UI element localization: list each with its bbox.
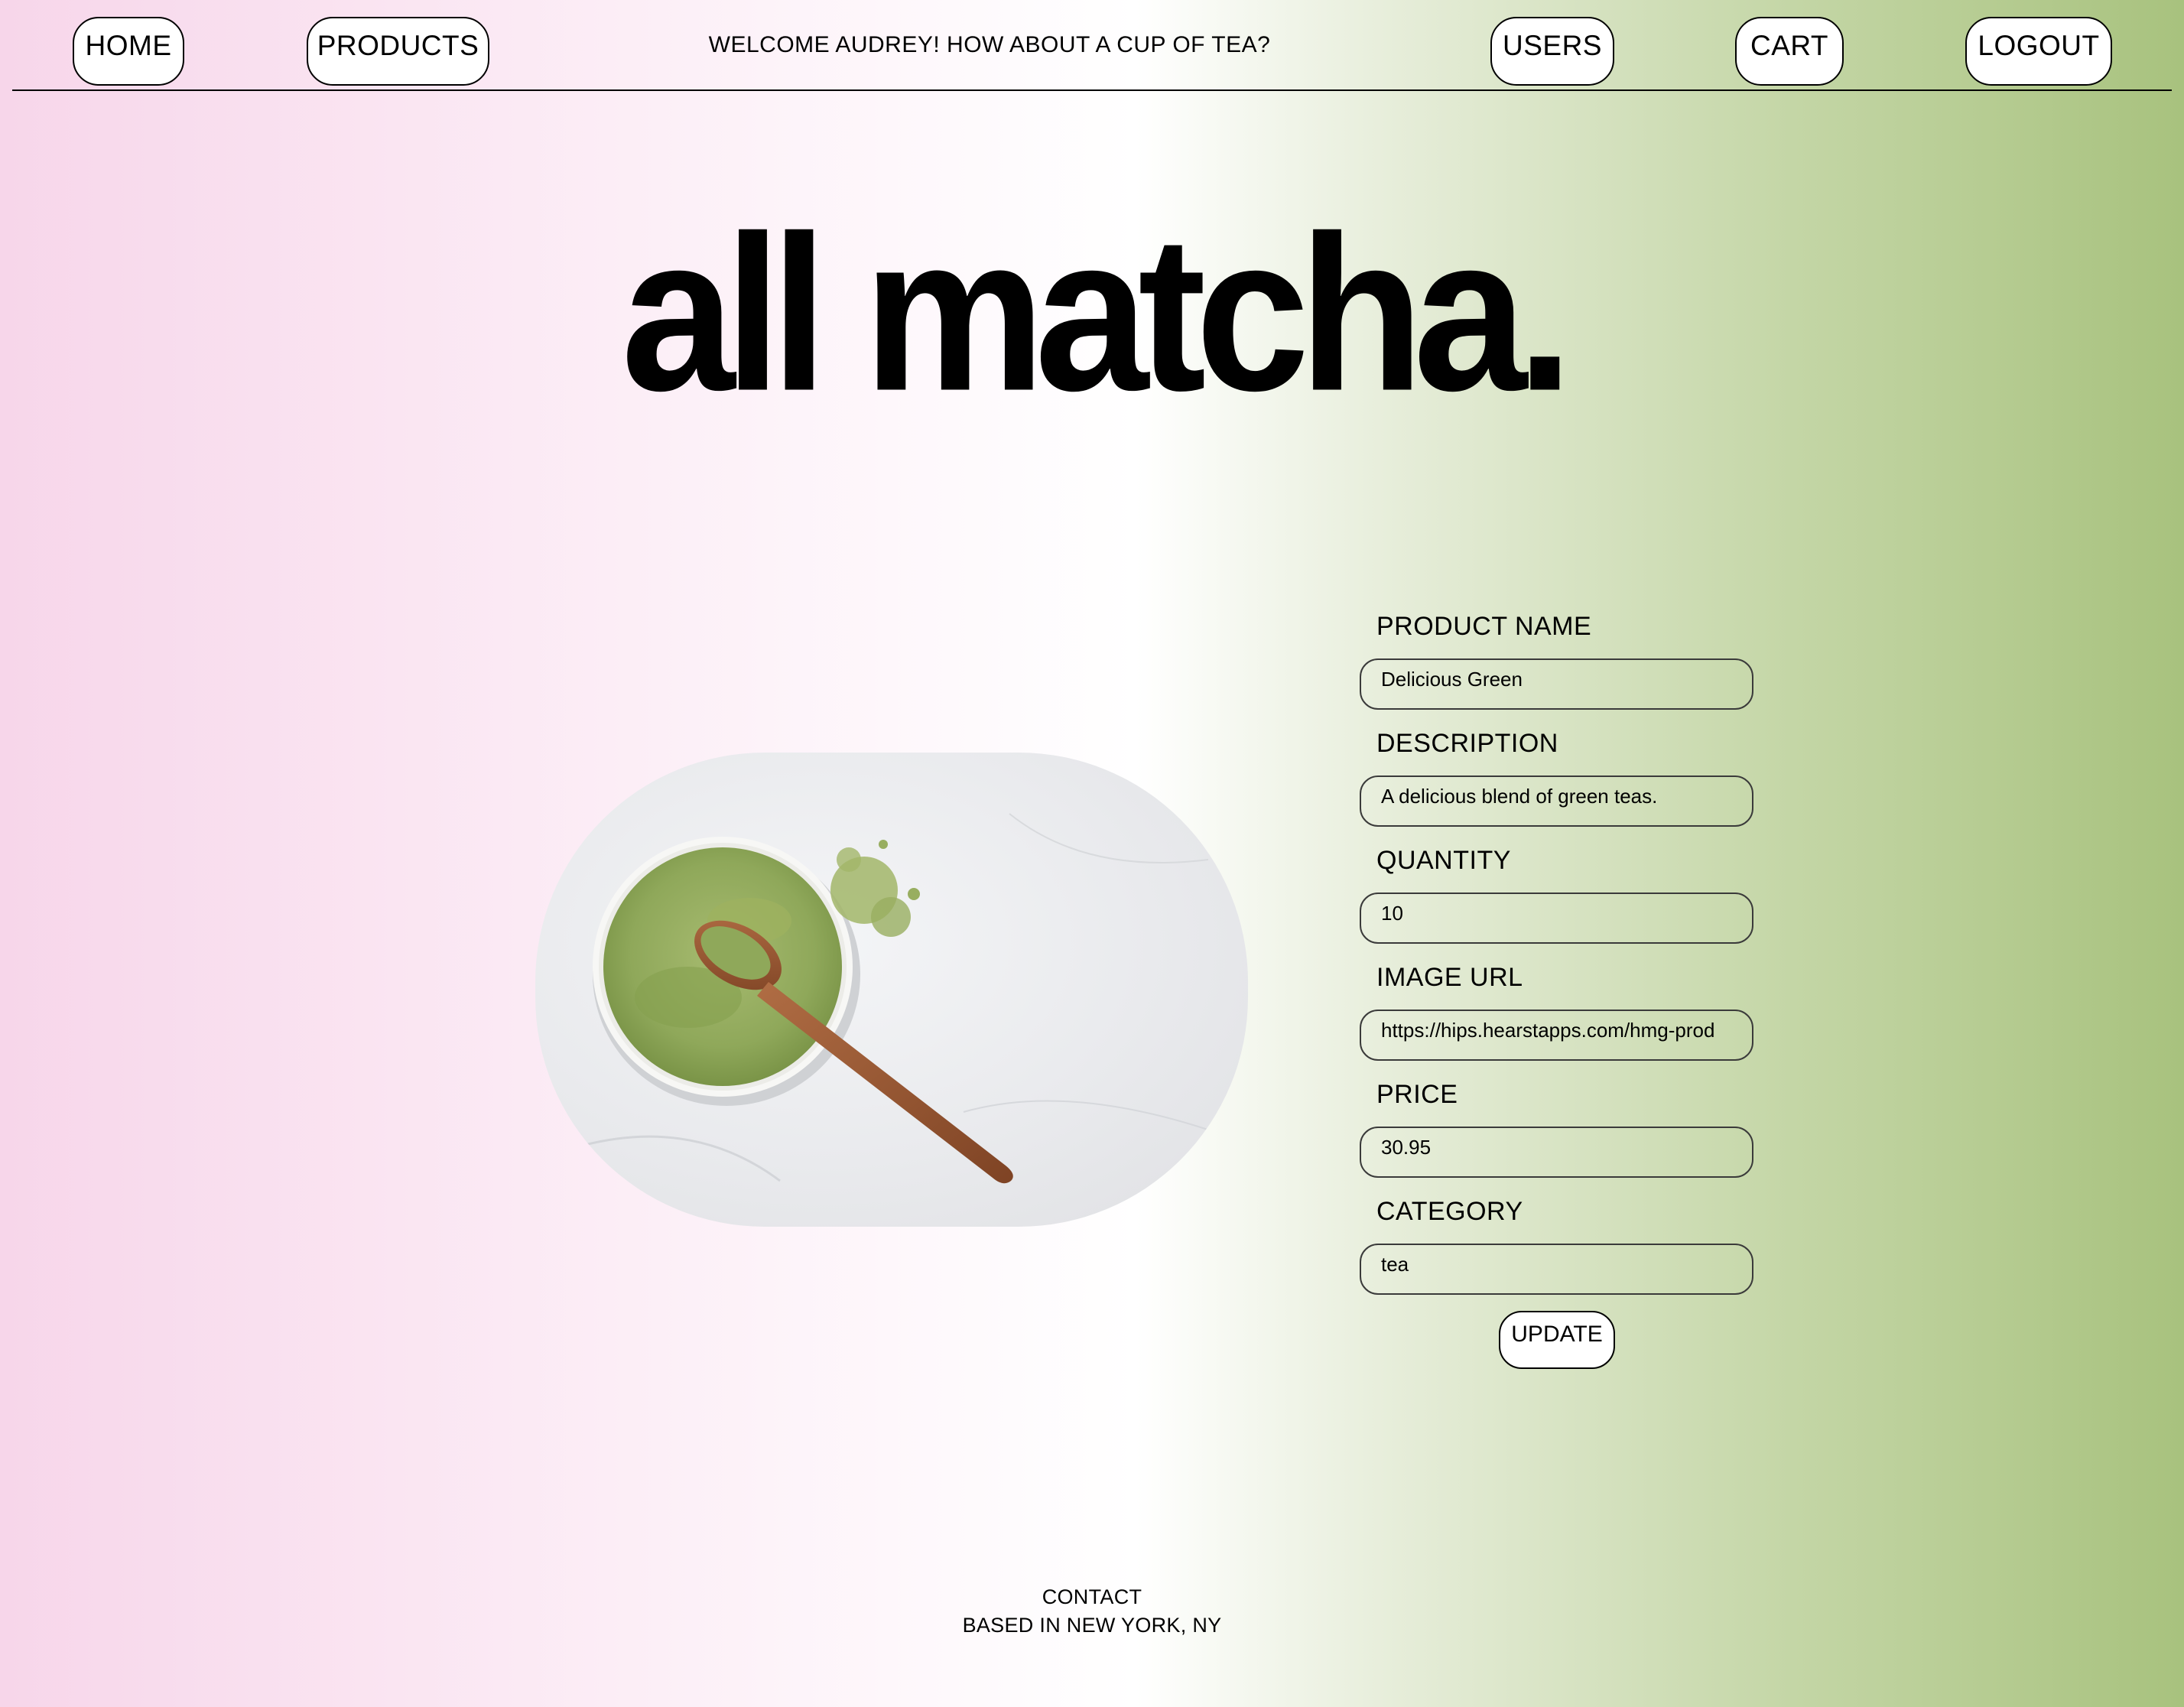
nav-cart-button[interactable]: CART [1735,17,1844,86]
category-input[interactable]: tea [1360,1244,1753,1295]
matcha-bowl-illustration [565,813,1224,1184]
product-name-label: PRODUCT NAME [1376,612,1592,641]
nav-logout-button[interactable]: LOGOUT [1965,17,2112,86]
description-label: DESCRIPTION [1376,729,1558,758]
price-input[interactable]: 30.95 [1360,1127,1753,1178]
image-url-input[interactable]: https://hips.hearstapps.com/hmg-prod [1360,1010,1753,1061]
image-url-label: IMAGE URL [1376,963,1523,992]
nav-products-button[interactable]: PRODUCTS [307,17,489,86]
category-label: CATEGORY [1376,1197,1523,1226]
footer-contact-link[interactable]: CONTACT [0,1583,2184,1611]
footer: CONTACT BASED IN NEW YORK, NY [0,1583,2184,1640]
nav-users-button[interactable]: USERS [1490,17,1614,86]
quantity-label: QUANTITY [1376,846,1511,875]
product-name-input[interactable]: Delicious Green [1360,658,1753,710]
nav-divider [12,89,2172,91]
update-button[interactable]: UPDATE [1499,1311,1615,1369]
quantity-input[interactable]: 10 [1360,893,1753,944]
product-image [535,753,1248,1227]
welcome-message: WELCOME AUDREY! HOW ABOUT A CUP OF TEA? [708,32,1271,57]
hero-title: all matcha. [621,189,1573,437]
price-label: PRICE [1376,1080,1458,1109]
description-input[interactable]: A delicious blend of green teas. [1360,775,1753,827]
footer-location: BASED IN NEW YORK, NY [962,1614,1222,1637]
nav-home-button[interactable]: HOME [73,17,184,86]
